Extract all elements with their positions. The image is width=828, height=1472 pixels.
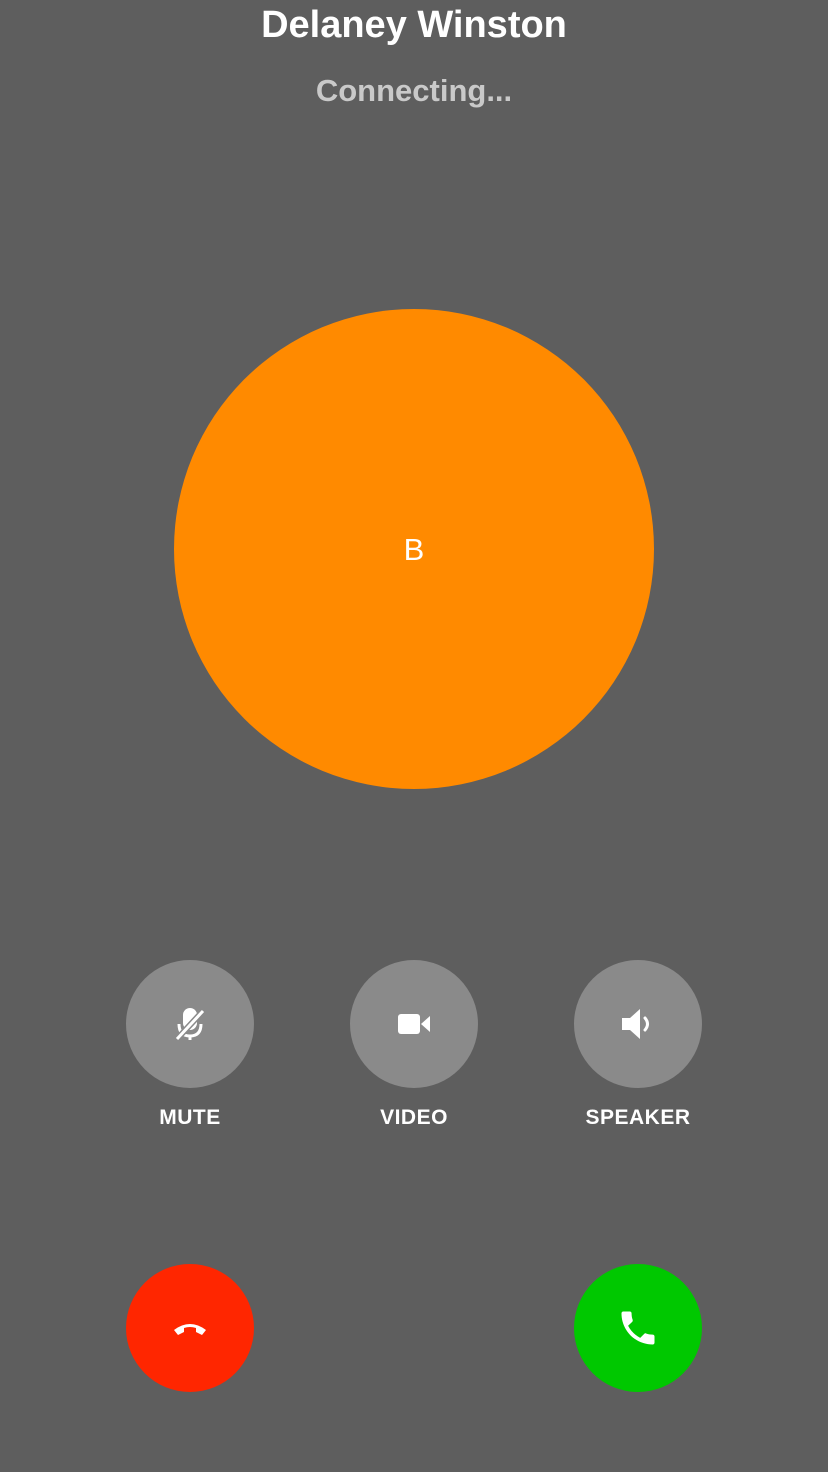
caller-name: Delaney Winston <box>261 4 567 46</box>
accept-call-button[interactable] <box>574 1264 702 1392</box>
mute-control: MUTE <box>110 960 270 1140</box>
speaker-icon <box>618 1004 658 1044</box>
speaker-control: SPEAKER <box>558 960 718 1140</box>
phone-icon <box>616 1306 660 1350</box>
mute-button[interactable] <box>126 960 254 1088</box>
phone-hangup-icon <box>168 1306 212 1350</box>
avatar-initial: B <box>403 531 425 567</box>
video-label: VIDEO <box>380 1106 448 1129</box>
microphone-off-icon <box>170 1004 210 1044</box>
decline-call-button[interactable] <box>126 1264 254 1392</box>
mute-label: MUTE <box>159 1106 221 1129</box>
call-status: Connecting... <box>315 73 513 108</box>
video-control: VIDEO <box>334 960 494 1140</box>
speaker-button[interactable] <box>574 960 702 1088</box>
speaker-label: SPEAKER <box>585 1106 691 1129</box>
video-camera-icon <box>394 1004 434 1044</box>
caller-avatar: B <box>174 309 654 789</box>
video-button[interactable] <box>350 960 478 1088</box>
